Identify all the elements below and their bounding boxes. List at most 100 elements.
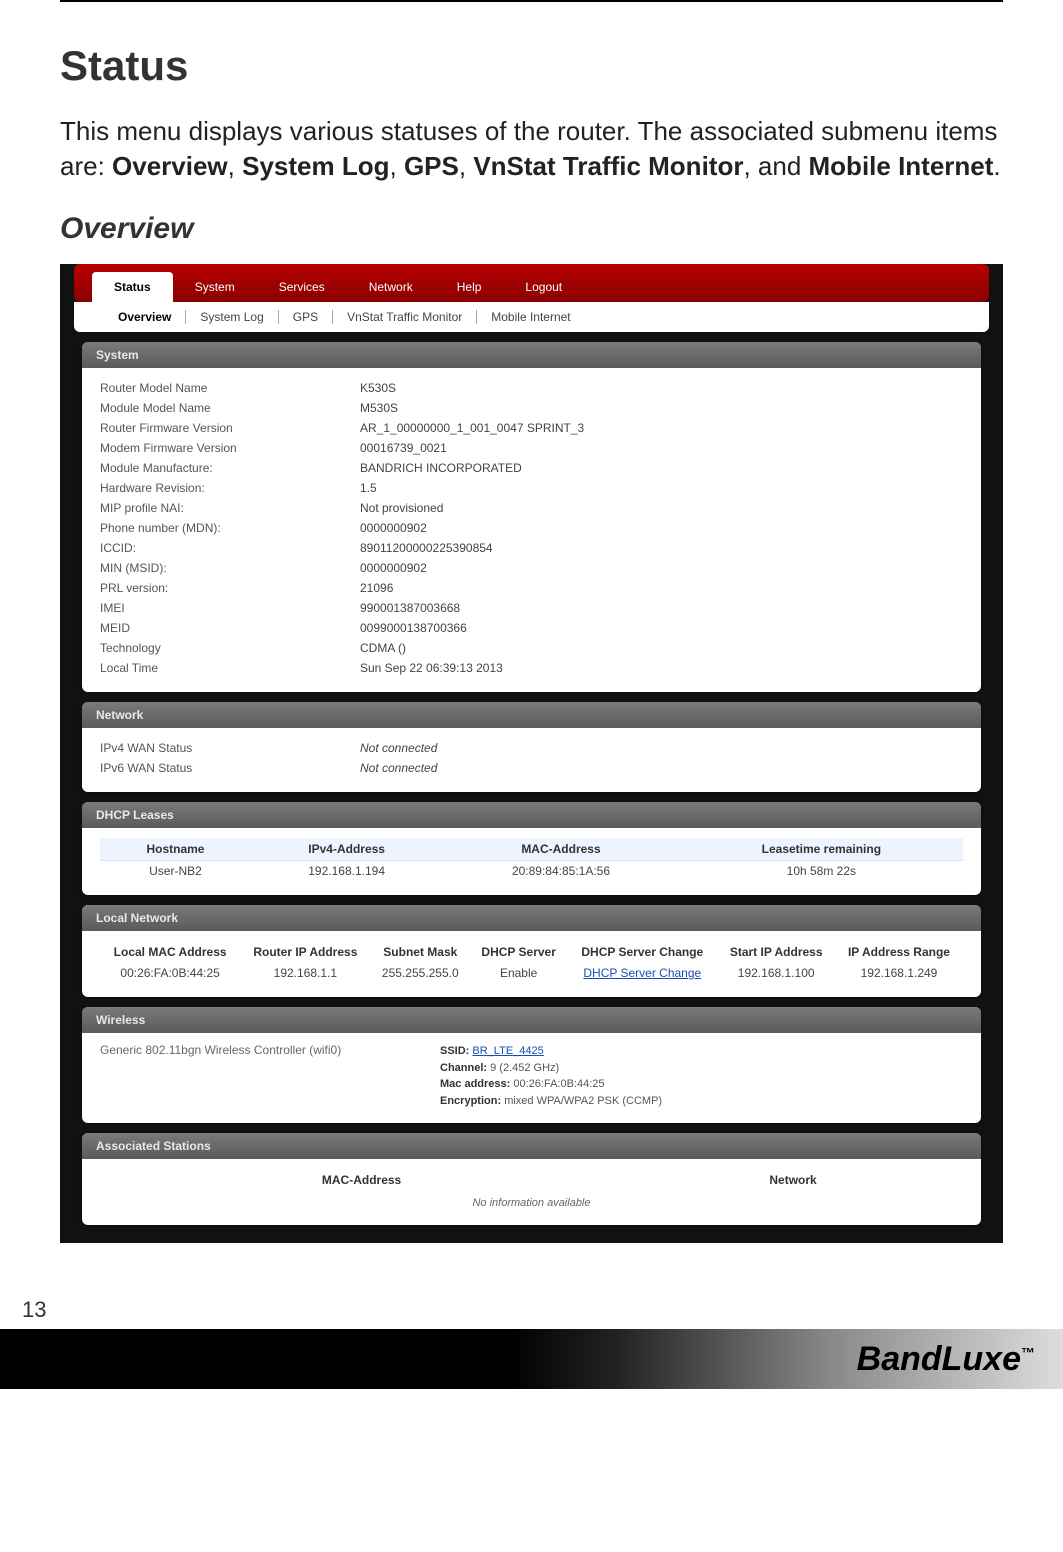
kv-row: Hardware Revision:1.5 <box>100 478 963 498</box>
page-number: 13 <box>0 1263 1063 1329</box>
kv-value: 990001387003668 <box>360 601 963 615</box>
kv-row: TechnologyCDMA () <box>100 638 963 658</box>
kv-value: K530S <box>360 381 963 395</box>
kv-label: Router Model Name <box>100 381 360 395</box>
kv-row: Local TimeSun Sep 22 06:39:13 2013 <box>100 658 963 678</box>
local-network-table: Local MAC Address Router IP Address Subn… <box>100 941 963 983</box>
kv-label: IMEI <box>100 601 360 615</box>
kv-row: Module Manufacture:BANDRICH INCORPORATED <box>100 458 963 478</box>
panel-network-header: Network <box>82 702 981 728</box>
panel-dhcp-header: DHCP Leases <box>82 802 981 828</box>
wireless-mac-value: 00:26:FA:0B:44:25 <box>513 1078 604 1090</box>
kv-label: Module Manufacture: <box>100 461 360 475</box>
brand-logo: BandLuxe™ <box>857 1340 1035 1379</box>
kv-row: IMEI990001387003668 <box>100 598 963 618</box>
kv-row: Router Model NameK530S <box>100 378 963 398</box>
tab-services[interactable]: Services <box>257 272 347 302</box>
top-tab-bar: Status System Services Network Help Logo… <box>74 264 989 302</box>
kv-label: Technology <box>100 641 360 655</box>
kv-label: ICCID: <box>100 541 360 555</box>
dhcp-col-leasetime: Leasetime remaining <box>680 838 963 861</box>
intro-paragraph: This menu displays various statuses of t… <box>60 114 1003 184</box>
subtab-gps[interactable]: GPS <box>279 310 333 324</box>
assoc-col-network: Network <box>623 1169 963 1191</box>
section-subtitle: Overview <box>60 212 1003 246</box>
kv-row: MEID0099000138700366 <box>100 618 963 638</box>
brand-text: BandLuxe <box>857 1340 1021 1378</box>
local-col-startip: Start IP Address <box>717 941 835 963</box>
wireless-ssid-label: SSID: <box>440 1045 469 1057</box>
kv-value: Not connected <box>360 741 963 755</box>
local-iprange: 192.168.1.249 <box>835 963 963 983</box>
kv-row: Modem Firmware Version00016739_0021 <box>100 438 963 458</box>
dhcp-ipv4: 192.168.1.194 <box>251 861 442 882</box>
local-col-dhcpchange: DHCP Server Change <box>567 941 717 963</box>
wireless-controller-name: Generic 802.11bgn Wireless Controller (w… <box>100 1043 400 1109</box>
panel-wireless: Wireless Generic 802.11bgn Wireless Cont… <box>82 1007 981 1123</box>
subtab-systemlog[interactable]: System Log <box>186 310 278 324</box>
assoc-empty-message: No information available <box>100 1191 963 1211</box>
kv-row: MIP profile NAI:Not provisioned <box>100 498 963 518</box>
assoc-col-mac: MAC-Address <box>100 1169 623 1191</box>
dhcp-col-hostname: Hostname <box>100 838 251 861</box>
tab-status[interactable]: Status <box>92 272 173 302</box>
kv-value: 0000000902 <box>360 561 963 575</box>
subtab-mobile[interactable]: Mobile Internet <box>477 310 584 324</box>
intro-item-gps: GPS <box>404 151 459 181</box>
kv-value: 89011200000225390854 <box>360 541 963 555</box>
intro-item-vnstat: VnStat Traffic Monitor <box>473 151 743 181</box>
tab-logout[interactable]: Logout <box>503 272 584 302</box>
local-col-dhcp: DHCP Server <box>470 941 567 963</box>
kv-row: IPv6 WAN StatusNot connected <box>100 758 963 778</box>
wireless-mac-label: Mac address: <box>440 1078 510 1090</box>
local-col-mac: Local MAC Address <box>100 941 240 963</box>
kv-label: PRL version: <box>100 581 360 595</box>
brand-tm: ™ <box>1021 1344 1035 1360</box>
dhcp-col-mac: MAC-Address <box>442 838 679 861</box>
local-startip: 192.168.1.100 <box>717 963 835 983</box>
kv-label: Modem Firmware Version <box>100 441 360 455</box>
subtab-overview[interactable]: Overview <box>104 310 186 324</box>
kv-value: Not connected <box>360 761 963 775</box>
dhcp-hostname: User-NB2 <box>100 861 251 882</box>
wireless-ssid-link[interactable]: BR_LTE_4425 <box>472 1045 543 1057</box>
kv-label: Local Time <box>100 661 360 675</box>
footer-bar: BandLuxe™ <box>0 1329 1063 1389</box>
kv-row: Router Firmware VersionAR_1_00000000_1_0… <box>100 418 963 438</box>
panel-local-network: Local Network Local MAC Address Router I… <box>82 905 981 997</box>
table-row: 00:26:FA:0B:44:25 192.168.1.1 255.255.25… <box>100 963 963 983</box>
panel-assoc-header: Associated Stations <box>82 1133 981 1159</box>
intro-item-mobile: Mobile Internet <box>809 151 994 181</box>
wireless-details: SSID: BR_LTE_4425 Channel: 9 (2.452 GHz)… <box>440 1043 662 1109</box>
wireless-enc-label: Encryption: <box>440 1095 501 1107</box>
kv-value: Not provisioned <box>360 501 963 515</box>
kv-row: MIN (MSID):0000000902 <box>100 558 963 578</box>
intro-item-systemlog: System Log <box>242 151 389 181</box>
assoc-table: MAC-Address Network <box>100 1169 963 1191</box>
kv-value: 0099000138700366 <box>360 621 963 635</box>
local-routerip: 192.168.1.1 <box>240 963 370 983</box>
subtab-vnstat[interactable]: VnStat Traffic Monitor <box>333 310 477 324</box>
kv-value: AR_1_00000000_1_001_0047 SPRINT_3 <box>360 421 963 435</box>
kv-label: MIP profile NAI: <box>100 501 360 515</box>
dhcp-mac: 20:89:84:85:1A:56 <box>442 861 679 882</box>
panel-system-header: System <box>82 342 981 368</box>
panel-dhcp-leases: DHCP Leases Hostname IPv4-Address MAC-Ad… <box>82 802 981 895</box>
kv-label: MEID <box>100 621 360 635</box>
tab-system[interactable]: System <box>173 272 257 302</box>
local-col-routerip: Router IP Address <box>240 941 370 963</box>
kv-value: 0000000902 <box>360 521 963 535</box>
wireless-channel-value: 9 (2.452 GHz) <box>490 1062 559 1074</box>
panel-network: Network IPv4 WAN StatusNot connectedIPv6… <box>82 702 981 792</box>
kv-label: Module Model Name <box>100 401 360 415</box>
local-dhcp: Enable <box>470 963 567 983</box>
dhcp-server-change-link[interactable]: DHCP Server Change <box>583 966 701 980</box>
panel-local-header: Local Network <box>82 905 981 931</box>
dhcp-col-ipv4: IPv4-Address <box>251 838 442 861</box>
tab-network[interactable]: Network <box>347 272 435 302</box>
tab-help[interactable]: Help <box>435 272 504 302</box>
table-row: User-NB2 192.168.1.194 20:89:84:85:1A:56… <box>100 861 963 882</box>
wireless-enc-value: mixed WPA/WPA2 PSK (CCMP) <box>504 1095 662 1107</box>
intro-item-overview: Overview <box>112 151 228 181</box>
panel-wireless-header: Wireless <box>82 1007 981 1033</box>
